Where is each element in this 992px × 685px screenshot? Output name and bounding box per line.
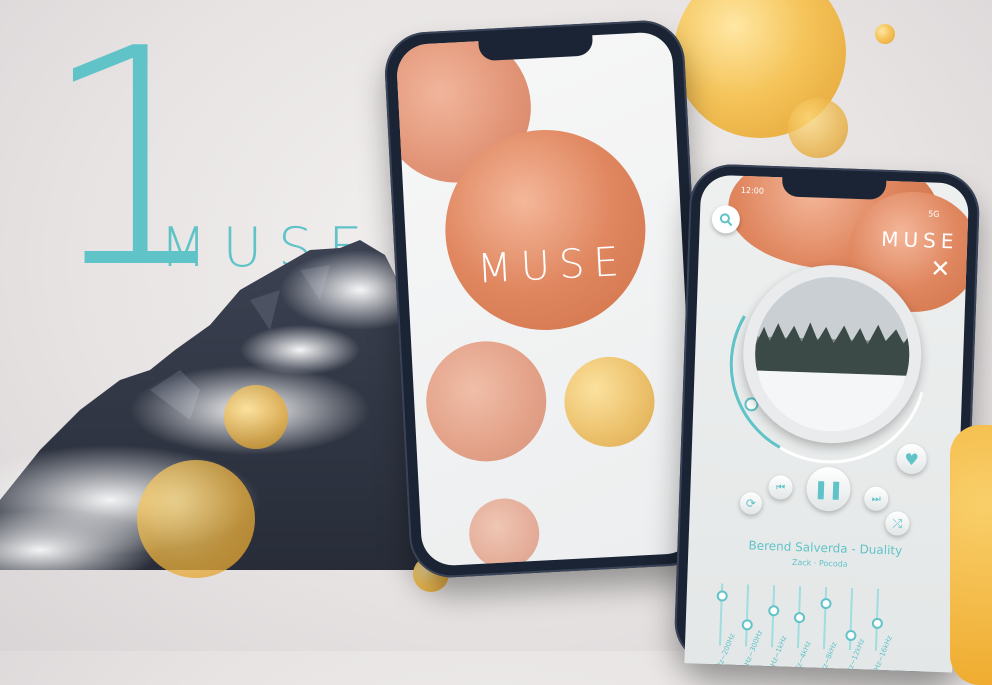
eq-band-label: 60Hz~200Hz [711,632,737,673]
splash-logo: MUSE [476,238,629,293]
eq-slider-knob[interactable] [820,597,832,609]
phone-notch [781,176,887,200]
previous-icon: ⏮ [775,481,786,494]
equalizer: 60Hz~200Hz 150Hz~300Hz 300Hz~1kHz 1kHz~4kHz… [706,575,939,673]
song-artist: Zack · Pocoda [791,557,848,569]
eq-slider-knob[interactable] [716,590,728,603]
player-phone: 12:00 5G MUSE ✕ ♥ ⟳ ⏮ ❚❚ ⏭ ⤮ Berend Salv… [673,163,981,673]
shuffle-button[interactable]: ⤮ [884,511,910,536]
shuffle-icon: ⤮ [892,515,903,531]
close-button[interactable]: ✕ [930,255,951,284]
eq-band-label: 4kHz~8kHz [815,640,839,673]
orange-bubble [467,496,542,567]
forest-illustration [752,274,912,434]
eq-track [744,584,750,647]
orange-bubble [423,338,550,465]
gold-bubble [137,460,255,578]
gold-bubble [562,354,657,450]
pause-icon: ❚❚ [813,478,844,501]
player-screen: 12:00 5G MUSE ✕ ♥ ⟳ ⏮ ❚❚ ⏭ ⤮ Berend Salv… [684,174,970,673]
song-title: Berend Salverda - Duality [748,538,903,558]
repeat-icon: ⟳ [745,496,757,511]
eq-slider-knob[interactable] [768,604,780,617]
eq-band-label: 300Hz~1kHz [763,634,789,673]
splash-phone: MUSE [382,18,712,580]
gold-bubble [875,24,895,44]
eq-band-label: 8kHz~12kHz [841,637,867,673]
status-signal: 5G [928,209,940,219]
next-icon: ⏭ [871,493,881,505]
eq-track [822,587,828,650]
eq-band-label: 12kHz~16kHz [867,634,894,673]
gold-bubble [788,98,848,158]
pause-button[interactable]: ❚❚ [805,466,852,512]
partial-phone [950,425,992,685]
eq-track [848,587,854,650]
gold-bubble [224,385,288,449]
eq-slider-knob[interactable] [793,611,806,624]
eq-track [770,585,776,648]
splash-screen: MUSE [395,31,699,567]
heart-icon: ♥ [904,449,920,469]
eq-slider-knob[interactable] [741,619,753,631]
next-button[interactable]: ⏭ [863,486,889,512]
player-brand: MUSE [880,226,959,254]
repeat-button[interactable]: ⟳ [739,492,763,515]
search-icon [719,213,733,227]
status-time: 12:00 [740,185,765,196]
previous-button[interactable]: ⏮ [768,475,793,500]
eq-band-label: 1kHz~4kHz [789,640,813,673]
eq-slider-knob[interactable] [871,617,884,630]
eq-slider-knob[interactable] [845,629,857,641]
album-art [752,274,912,434]
